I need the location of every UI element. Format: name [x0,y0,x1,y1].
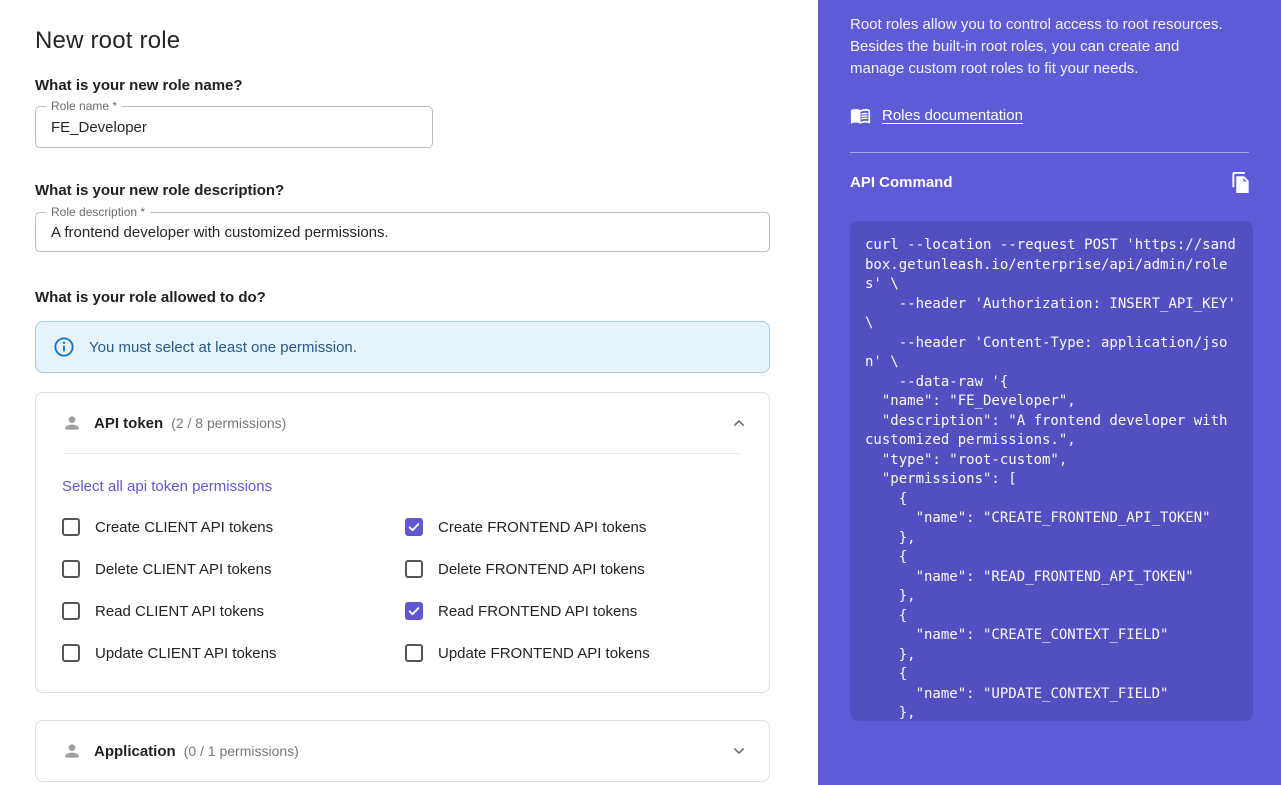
api-command-title: API Command [850,174,953,191]
curl-command: curl --location --request POST 'https://… [865,236,1238,721]
application-section-header[interactable]: Application (0 / 1 permissions) [36,721,769,781]
permission-checkbox-label: Delete CLIENT API tokens [95,561,271,578]
api-command-code-block: curl --location --request POST 'https://… [850,221,1253,721]
person-icon [62,413,82,433]
checkbox-unchecked-icon[interactable] [62,644,80,662]
role-description-question: What is your new role description? [35,182,770,199]
role-description-field-label: Role description * [46,205,150,219]
checkbox-unchecked-icon[interactable] [62,518,80,536]
application-section: Application (0 / 1 permissions) [35,720,770,782]
permission-checkbox-item[interactable]: Update FRONTEND API tokens [405,642,743,664]
checkbox-unchecked-icon[interactable] [405,644,423,662]
role-name-field-label: Role name * [46,99,122,113]
person-icon [62,741,82,761]
chevron-down-icon[interactable] [729,741,749,761]
role-name-input[interactable] [36,107,432,147]
permission-checkbox-label: Create CLIENT API tokens [95,519,273,536]
copy-icon [1230,171,1253,194]
alert-text: You must select at least one permission. [89,339,357,356]
api-token-section: API token (2 / 8 permissions) Select all… [35,392,770,693]
permission-checkbox-label: Update CLIENT API tokens [95,645,277,662]
permission-checkbox-item[interactable]: Delete CLIENT API tokens [62,558,405,580]
sidebar-description: Root roles allow you to control access t… [850,14,1232,80]
sidebar-divider [850,152,1249,153]
chevron-up-icon[interactable] [729,413,749,433]
role-name-field[interactable]: Role name * [35,106,433,148]
api-token-section-count: (2 / 8 permissions) [171,415,286,431]
api-command-row: API Command [850,170,1253,194]
permission-checkbox-label: Read FRONTEND API tokens [438,603,637,620]
select-all-api-token-permissions-link[interactable]: Select all api token permissions [62,478,272,495]
new-role-form: New root role What is your new role name… [0,0,818,785]
docs-link-row: Roles documentation [850,105,1253,126]
api-token-permission-grid: Create CLIENT API tokens Create FRONTEND … [62,516,743,664]
permission-checkbox-label: Create FRONTEND API tokens [438,519,646,536]
checkbox-unchecked-icon[interactable] [62,560,80,578]
roles-documentation-link[interactable]: Roles documentation [882,107,1023,124]
application-section-count: (0 / 1 permissions) [184,743,299,759]
checkbox-unchecked-icon[interactable] [62,602,80,620]
application-section-title: Application [94,743,176,760]
book-icon [850,105,871,126]
role-name-question: What is your new role name? [35,77,770,94]
permission-checkbox-label: Delete FRONTEND API tokens [438,561,645,578]
permission-checkbox-item[interactable]: Read CLIENT API tokens [62,600,405,622]
checkbox-checked-icon[interactable] [405,518,423,536]
api-token-section-title: API token [94,415,163,432]
role-description-field[interactable]: Role description * [35,212,770,252]
permission-checkbox-item[interactable]: Create CLIENT API tokens [62,516,405,538]
checkbox-checked-icon[interactable] [405,602,423,620]
api-token-section-header[interactable]: API token (2 / 8 permissions) [36,393,769,453]
permission-checkbox-label: Read CLIENT API tokens [95,603,264,620]
checkbox-unchecked-icon[interactable] [405,560,423,578]
copy-button[interactable] [1230,171,1253,194]
sidebar: Root roles allow you to control access t… [818,0,1281,785]
permission-checkbox-item[interactable]: Delete FRONTEND API tokens [405,558,743,580]
permission-checkbox-label: Update FRONTEND API tokens [438,645,650,662]
role-permissions-question: What is your role allowed to do? [35,289,770,306]
permission-checkbox-item[interactable]: Update CLIENT API tokens [62,642,405,664]
info-icon [53,336,75,358]
page-title: New root role [35,27,770,55]
permission-checkbox-item[interactable]: Read FRONTEND API tokens [405,600,743,622]
permission-required-alert: You must select at least one permission. [35,321,770,373]
permission-checkbox-item[interactable]: Create FRONTEND API tokens [405,516,743,538]
